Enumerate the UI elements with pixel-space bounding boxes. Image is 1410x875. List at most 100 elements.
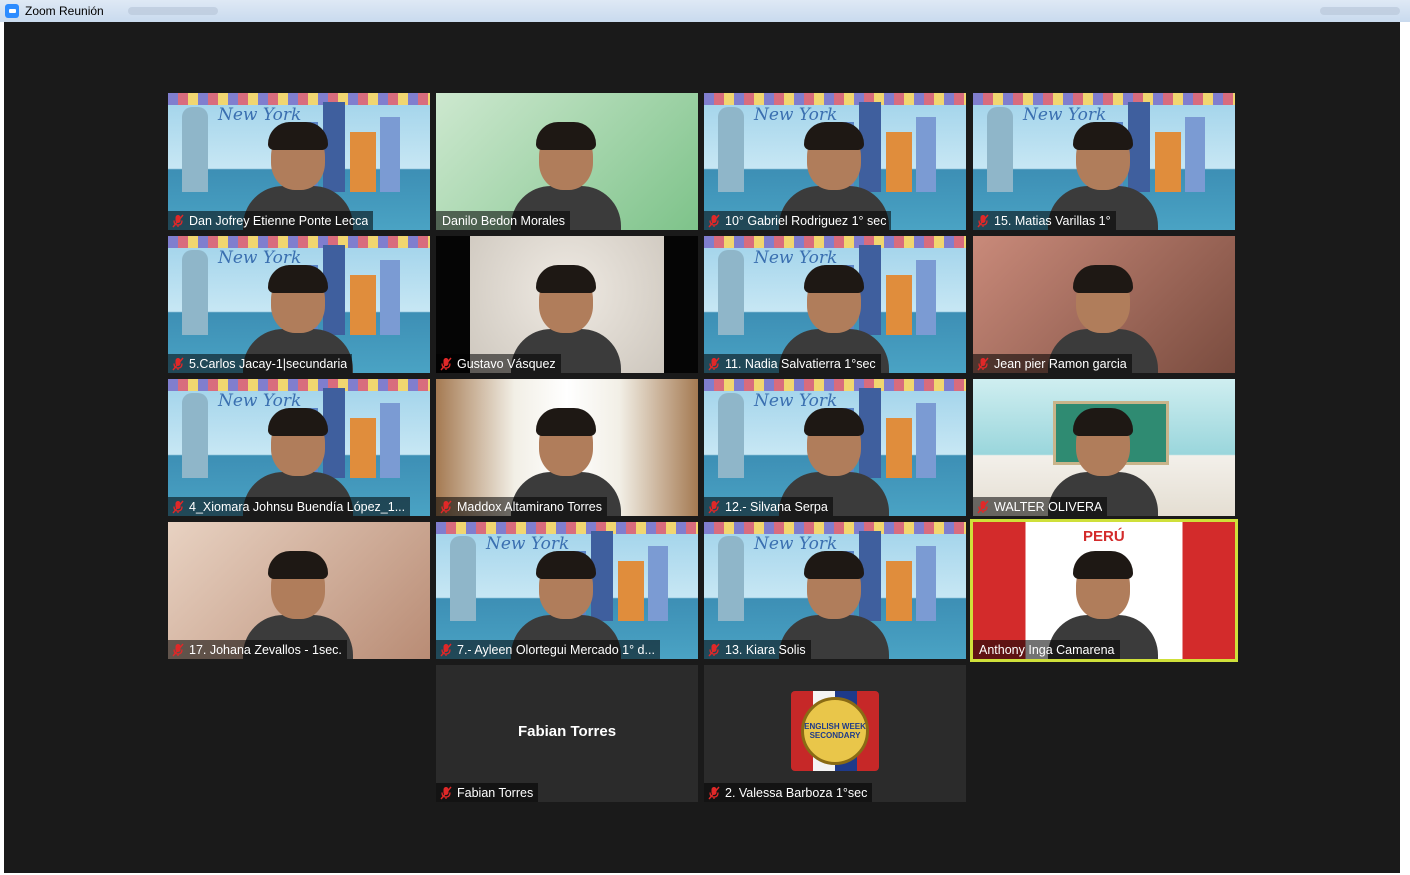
participant-tile[interactable]: New York 10° Gabriel Rodriguez 1° sec (704, 93, 966, 230)
bunting-decoration (704, 522, 966, 534)
mic-muted-icon (439, 357, 453, 371)
statue-liberty-shape (718, 536, 744, 621)
mic-muted-icon (707, 786, 721, 800)
bunting-decoration (168, 93, 430, 105)
participant-tile[interactable]: Danilo Bedon Morales (436, 93, 698, 230)
bunting-decoration (704, 93, 966, 105)
skyline-building (916, 117, 936, 192)
participant-name: Maddox Altamirano Torres (457, 499, 602, 514)
statue-liberty-shape (718, 107, 744, 192)
participant-name: 2. Valessa Barboza 1°sec (725, 785, 868, 800)
participant-center-name: Fabian Torres (517, 723, 617, 740)
mic-muted-icon (707, 214, 721, 228)
participant-tile[interactable]: New York 4_Xiomara Johnsu Buendía López_1… (168, 379, 430, 516)
bunting-decoration (704, 236, 966, 248)
skyline-building (648, 546, 668, 621)
participant-tile[interactable]: Jean pier Ramon garcia (973, 236, 1235, 373)
participant-nameplate: 7.- Ayleen Olortegui Mercado 1° d... (436, 640, 660, 659)
letterbox-bar (436, 236, 470, 373)
statue-liberty-shape (450, 536, 476, 621)
participant-tile[interactable]: New York 7.- Ayleen Olortegui Mercado 1° … (436, 522, 698, 659)
participant-name: 12.- Silvana Serpa (725, 499, 828, 514)
participant-nameplate: 10° Gabriel Rodriguez 1° sec (704, 211, 892, 230)
profile-picture: ENGLISH WEEK SECONDARY (791, 691, 879, 771)
mic-muted-icon (976, 500, 990, 514)
participant-name: Anthony Inga Camarena (979, 642, 1115, 657)
window-title: Zoom Reunión (25, 4, 104, 18)
skyline-building (380, 260, 400, 335)
participant-nameplate: Dan Jofrey Etienne Ponte Lecca (168, 211, 374, 230)
statue-liberty-shape (182, 250, 208, 335)
participant-name: 5.Carlos Jacay-1|secundaria (189, 356, 348, 371)
mic-muted-icon (171, 500, 185, 514)
skyline-building (916, 403, 936, 478)
skyline-building (380, 403, 400, 478)
participant-nameplate: Gustavo Vásquez (436, 354, 561, 373)
participant-tile[interactable]: New York 15. Matias Varillas 1° (973, 93, 1235, 230)
participant-tile[interactable]: New York 11. Nadia Salvatierra 1°sec (704, 236, 966, 373)
participant-tile[interactable]: New York 13. Kiara Solis (704, 522, 966, 659)
english-week-seal: ENGLISH WEEK SECONDARY (801, 697, 869, 765)
skyline-building (1185, 117, 1205, 192)
participant-name: WALTER OLIVERA (994, 499, 1103, 514)
window-controls-blurred[interactable] (1320, 7, 1400, 15)
blurred-title-area (127, 7, 218, 15)
participant-name: 10° Gabriel Rodriguez 1° sec (725, 213, 887, 228)
mic-muted-icon (171, 214, 185, 228)
participant-nameplate: 12.- Silvana Serpa (704, 497, 833, 516)
statue-liberty-shape (182, 393, 208, 478)
bunting-decoration (436, 522, 698, 534)
participant-tile[interactable]: Gustavo Vásquez (436, 236, 698, 373)
participant-name: 4_Xiomara Johnsu Buendía López_1... (189, 499, 406, 514)
participant-name: Fabian Torres (457, 785, 534, 800)
participant-nameplate: 13. Kiara Solis (704, 640, 811, 659)
bunting-decoration (704, 379, 966, 391)
participant-name: 13. Kiara Solis (725, 642, 806, 657)
window-titlebar: Zoom Reunión (0, 0, 1410, 22)
participant-nameplate: 11. Nadia Salvatierra 1°sec (704, 354, 881, 373)
bunting-decoration (168, 379, 430, 391)
gallery-view: New York Dan Jofrey Etienne Ponte Lecca Da… (4, 22, 1400, 873)
mic-muted-icon (976, 214, 990, 228)
participant-tile[interactable]: New York 5.Carlos Jacay-1|secundaria (168, 236, 430, 373)
participant-tile[interactable]: New York 12.- Silvana Serpa (704, 379, 966, 516)
participant-name: 15. Matias Varillas 1° (994, 213, 1111, 228)
skyline-building (916, 546, 936, 621)
participant-name: 17. Johana Zevallos - 1sec. (189, 642, 342, 657)
participant-nameplate: Danilo Bedon Morales (436, 211, 570, 230)
participant-tile[interactable]: 17. Johana Zevallos - 1sec. (168, 522, 430, 659)
statue-liberty-shape (718, 393, 744, 478)
participant-name: Jean pier Ramon garcia (994, 356, 1127, 371)
mic-muted-icon (439, 643, 453, 657)
participant-nameplate: WALTER OLIVERA (973, 497, 1108, 516)
participant-nameplate: 17. Johana Zevallos - 1sec. (168, 640, 347, 659)
mic-muted-icon (976, 357, 990, 371)
participant-nameplate: 2. Valessa Barboza 1°sec (704, 783, 873, 802)
statue-liberty-shape (987, 107, 1013, 192)
participant-name: Danilo Bedon Morales (442, 213, 565, 228)
participant-tile[interactable]: Maddox Altamirano Torres (436, 379, 698, 516)
participant-tile[interactable]: WALTER OLIVERA (973, 379, 1235, 516)
participant-tile[interactable]: ENGLISH WEEK SECONDARY 2. Valessa Barboza… (704, 665, 966, 802)
bunting-decoration (973, 93, 1235, 105)
participant-name: Gustavo Vásquez (457, 356, 556, 371)
participant-nameplate: 15. Matias Varillas 1° (973, 211, 1116, 230)
participant-tile[interactable]: Fabian Torres Fabian Torres (436, 665, 698, 802)
participant-tile[interactable]: PERÚ Anthony Inga Camarena (970, 519, 1238, 662)
skyline-building (916, 260, 936, 335)
bunting-decoration (168, 236, 430, 248)
participant-tile[interactable]: New York Dan Jofrey Etienne Ponte Lecca (168, 93, 430, 230)
mic-muted-icon (171, 643, 185, 657)
mic-muted-icon (707, 643, 721, 657)
participant-name: Dan Jofrey Etienne Ponte Lecca (189, 213, 369, 228)
letterbox-bar (664, 236, 698, 373)
participant-nameplate: Maddox Altamirano Torres (436, 497, 607, 516)
mic-muted-icon (707, 357, 721, 371)
participant-nameplate: Anthony Inga Camarena (973, 640, 1120, 659)
zoom-app-icon (5, 4, 19, 18)
participant-name: 7.- Ayleen Olortegui Mercado 1° d... (457, 642, 655, 657)
participant-nameplate: Jean pier Ramon garcia (973, 354, 1132, 373)
virtual-bg-title: PERÚ (1083, 528, 1125, 545)
mic-muted-icon (439, 500, 453, 514)
mic-muted-icon (439, 786, 453, 800)
